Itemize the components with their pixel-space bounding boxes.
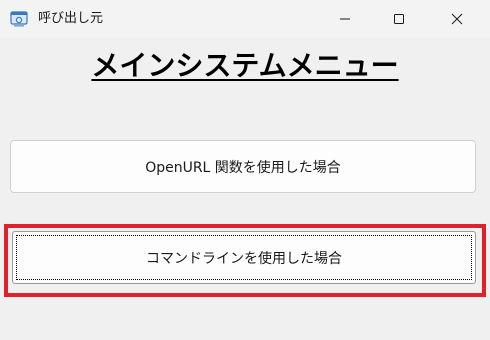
close-button[interactable]	[434, 0, 480, 38]
window-title: 呼び出し元	[38, 11, 104, 26]
maximize-icon	[394, 14, 404, 24]
page-title-text: メインシステムメニュー	[91, 49, 399, 82]
minimize-icon	[340, 18, 350, 20]
minimize-button[interactable]	[322, 0, 368, 38]
command-line-button[interactable]: コマンドラインを使用した場合	[12, 231, 476, 284]
openurl-button-label: OpenURL 関数を使用した場合	[145, 159, 341, 176]
maximize-button[interactable]	[376, 0, 422, 38]
form-window-icon	[10, 11, 28, 27]
title-bar[interactable]: 呼び出し元	[0, 0, 490, 38]
page-title: メインシステムメニュー	[0, 46, 490, 86]
openurl-button[interactable]: OpenURL 関数を使用した場合	[10, 140, 476, 193]
command-line-button-label: コマンドラインを使用した場合	[146, 250, 342, 267]
app-window: 呼び出し元 メインシステムメニュー OpenURL 関数を使用した場合 コマンド…	[0, 0, 490, 340]
close-icon	[451, 13, 463, 25]
